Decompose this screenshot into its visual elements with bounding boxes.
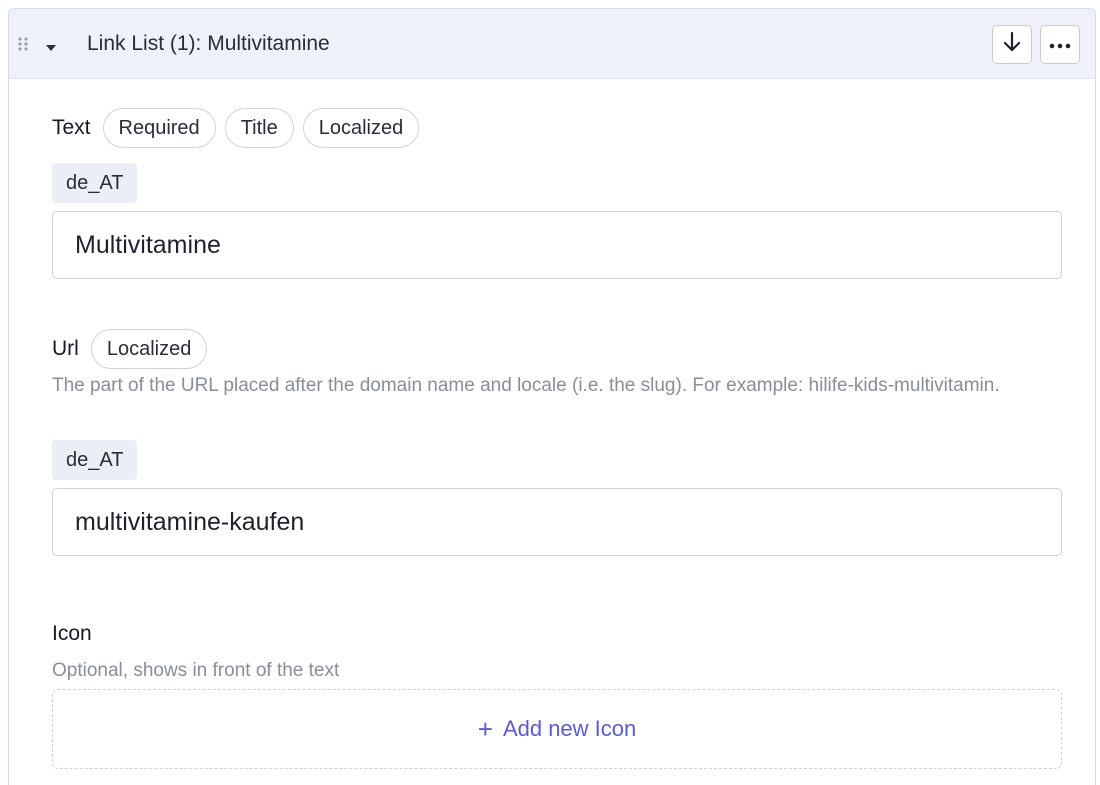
more-horizontal-icon xyxy=(1049,36,1071,54)
add-icon-button[interactable]: + Add new Icon xyxy=(52,689,1062,769)
plus-icon: + xyxy=(477,714,493,744)
localized-badge: Localized xyxy=(90,329,208,369)
url-field-description: The part of the URL placed after the dom… xyxy=(52,375,1000,396)
move-down-button[interactable] xyxy=(992,25,1032,64)
drag-handle-icon[interactable] xyxy=(17,36,29,52)
add-icon-label: Add new Icon xyxy=(502,716,637,741)
url-input[interactable] xyxy=(52,488,1062,556)
required-badge: Required xyxy=(102,108,216,148)
icon-field-label: Icon xyxy=(52,622,92,645)
text-field-label-row: Text Required Title Localized xyxy=(52,108,428,148)
text-locale-tag: de_AT xyxy=(52,163,138,203)
url-field-label: Url xyxy=(52,337,79,360)
url-field-label-row: Url Localized xyxy=(52,329,216,369)
icon-field-description: Optional, shows in front of the text xyxy=(52,660,340,681)
link-list-panel: Link List (1): Multivitamine Text Requir… xyxy=(8,8,1096,785)
arrow-down-icon xyxy=(1002,31,1022,58)
text-field-label: Text xyxy=(52,116,91,139)
panel-title: Link List (1): Multivitamine xyxy=(87,32,330,55)
icon-field-label-row: Icon xyxy=(52,622,104,646)
localized-badge: Localized xyxy=(302,108,420,148)
text-input[interactable] xyxy=(52,211,1062,279)
url-locale-tag: de_AT xyxy=(52,440,138,480)
panel-header[interactable]: Link List (1): Multivitamine xyxy=(9,9,1095,79)
title-badge: Title xyxy=(224,108,294,148)
chevron-down-icon[interactable] xyxy=(45,40,57,51)
more-options-button[interactable] xyxy=(1040,25,1080,64)
